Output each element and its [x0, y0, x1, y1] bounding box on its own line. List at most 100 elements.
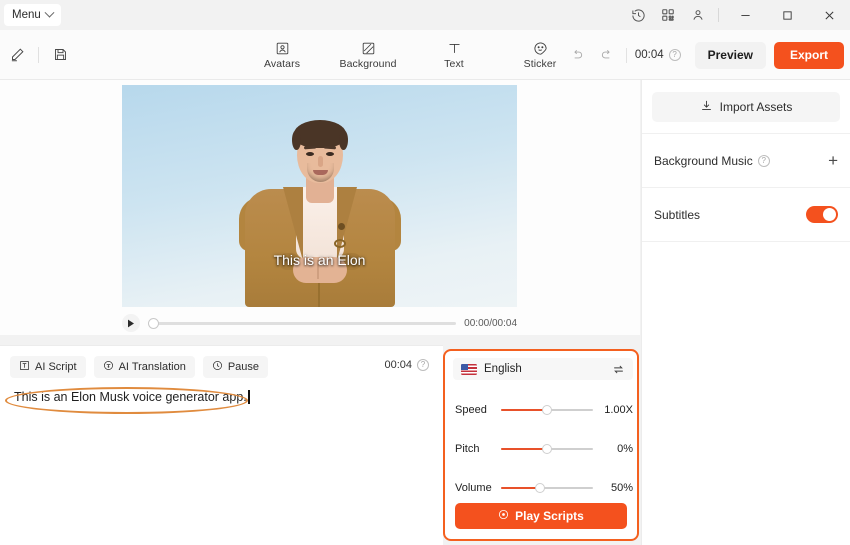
import-assets-label: Import Assets	[719, 100, 793, 114]
tool-background[interactable]: Background	[338, 40, 398, 70]
redo-icon[interactable]	[592, 40, 622, 70]
panel-gap	[639, 345, 641, 545]
clock-icon	[212, 360, 223, 374]
ai-translation-button[interactable]: AI Translation	[93, 356, 195, 378]
video-subtitle: This is an Elon	[273, 252, 366, 268]
ai-script-button[interactable]: AI Script	[10, 356, 86, 378]
script-duration: 00:04 ?	[384, 359, 429, 371]
us-flag-icon	[461, 363, 477, 375]
project-duration-value: 00:04	[634, 49, 664, 61]
pause-label: Pause	[227, 361, 260, 373]
titlebar-divider	[718, 8, 719, 22]
account-icon[interactable]	[683, 0, 713, 30]
pitch-slider-row: Pitch 0%	[455, 440, 633, 458]
help-icon[interactable]: ?	[417, 359, 429, 371]
sticker-icon	[533, 40, 548, 57]
scrubber-track	[148, 321, 457, 325]
grid-icon[interactable]	[653, 0, 683, 30]
volume-slider[interactable]	[501, 481, 593, 495]
pitch-slider[interactable]	[501, 442, 593, 456]
script-duration-value: 00:04	[384, 359, 412, 371]
menu-label: Menu	[12, 9, 41, 21]
pause-button[interactable]: Pause	[202, 356, 269, 378]
ai-translation-label: AI Translation	[118, 361, 186, 373]
volume-knob[interactable]	[534, 483, 545, 493]
export-button[interactable]: Export	[773, 41, 844, 69]
video-playback-bar: 00:00/00:04	[122, 312, 517, 334]
edit-pencil-icon[interactable]	[4, 42, 30, 68]
download-icon	[700, 99, 713, 115]
history-icon[interactable]	[623, 0, 653, 30]
preview-button[interactable]: Preview	[694, 41, 766, 69]
menu-button[interactable]: Menu	[4, 4, 61, 26]
speed-slider-row: Speed 1.00X	[455, 401, 633, 419]
title-bar: Menu	[0, 0, 850, 30]
add-background-music-button[interactable]: +	[828, 152, 838, 169]
pitch-label: Pitch	[455, 443, 480, 455]
play-scripts-button[interactable]: Play Scripts	[455, 503, 627, 529]
language-label: English	[484, 363, 522, 375]
text-box-icon	[19, 360, 30, 374]
script-input[interactable]: This is an Elon Musk voice generator app…	[14, 390, 250, 404]
right-panel: Import Assets Background Music ? + Subti…	[641, 80, 850, 545]
background-music-row[interactable]: Background Music ? +	[642, 133, 850, 187]
tool-avatars[interactable]: Avatars	[252, 40, 312, 70]
chevron-down-icon	[44, 7, 55, 18]
play-icon[interactable]	[122, 314, 140, 332]
right-panel-divider	[642, 241, 850, 242]
speed-label: Speed	[455, 404, 487, 416]
volume-value: 50%	[610, 482, 633, 494]
avatar-icon	[275, 40, 290, 57]
speed-fill	[501, 408, 547, 412]
tool-avatars-label: Avatars	[263, 58, 301, 70]
close-button[interactable]	[808, 0, 850, 30]
script-input-value: This is an Elon Musk voice generator app…	[14, 390, 247, 404]
script-pane: AI Script AI Translation Pause 00:04 ? T…	[0, 345, 443, 545]
import-assets-button[interactable]: Import Assets	[652, 92, 840, 122]
pitch-fill	[501, 447, 547, 451]
title-bar-actions	[623, 0, 850, 30]
voice-settings-panel: English Speed 1.00X Pitch 0% Volume 50% …	[443, 349, 639, 541]
play-scripts-label: Play Scripts	[515, 509, 584, 523]
pitch-value: 0%	[617, 443, 633, 455]
swap-icon[interactable]	[612, 363, 625, 376]
help-icon[interactable]: ?	[668, 49, 681, 61]
main-toolbar: Avatars Background Text Sticker 00:04 ? …	[0, 30, 850, 80]
save-icon[interactable]	[47, 42, 73, 68]
maximize-button[interactable]	[766, 0, 808, 30]
text-icon	[447, 40, 462, 57]
video-time-label: 00:00/00:04	[464, 317, 517, 329]
subtitles-row: Subtitles	[642, 187, 850, 241]
tool-text[interactable]: Text	[424, 40, 484, 70]
speed-slider[interactable]	[501, 403, 593, 417]
speed-knob[interactable]	[542, 405, 552, 415]
minimize-button[interactable]	[724, 0, 766, 30]
toolbar-divider	[38, 46, 39, 63]
subtitles-label: Subtitles	[654, 207, 701, 222]
help-icon[interactable]: ?	[757, 154, 770, 167]
background-music-label: Background Music	[654, 153, 753, 168]
toolbar-right-group: 00:04 ? Preview Export	[562, 30, 844, 80]
translate-icon	[103, 360, 114, 374]
app-window: Menu Avatars Background Text Sticker 00:…	[0, 0, 850, 545]
video-scrubber[interactable]	[148, 316, 457, 330]
tool-text-label: Text	[444, 58, 464, 70]
toolbar-tools: Avatars Background Text Sticker	[252, 30, 570, 80]
project-duration: 00:04 ?	[635, 49, 681, 61]
script-toolbar: AI Script AI Translation Pause	[10, 356, 269, 378]
language-selector[interactable]: English	[453, 358, 633, 380]
speed-value: 1.00X	[604, 404, 633, 416]
subtitles-toggle[interactable]	[806, 206, 838, 223]
toolbar-left-group	[0, 42, 73, 68]
video-preview[interactable]: This is an Elon	[122, 85, 517, 307]
volume-slider-row: Volume 50%	[455, 479, 633, 497]
text-caret	[247, 390, 250, 404]
undo-icon[interactable]	[562, 40, 592, 70]
pitch-knob[interactable]	[542, 444, 552, 454]
play-circle-icon	[498, 509, 509, 523]
scrubber-knob[interactable]	[148, 317, 159, 329]
tool-background-label: Background	[339, 58, 397, 70]
ai-script-label: AI Script	[35, 361, 77, 373]
background-icon	[361, 40, 376, 57]
avatar-figure	[227, 111, 413, 307]
